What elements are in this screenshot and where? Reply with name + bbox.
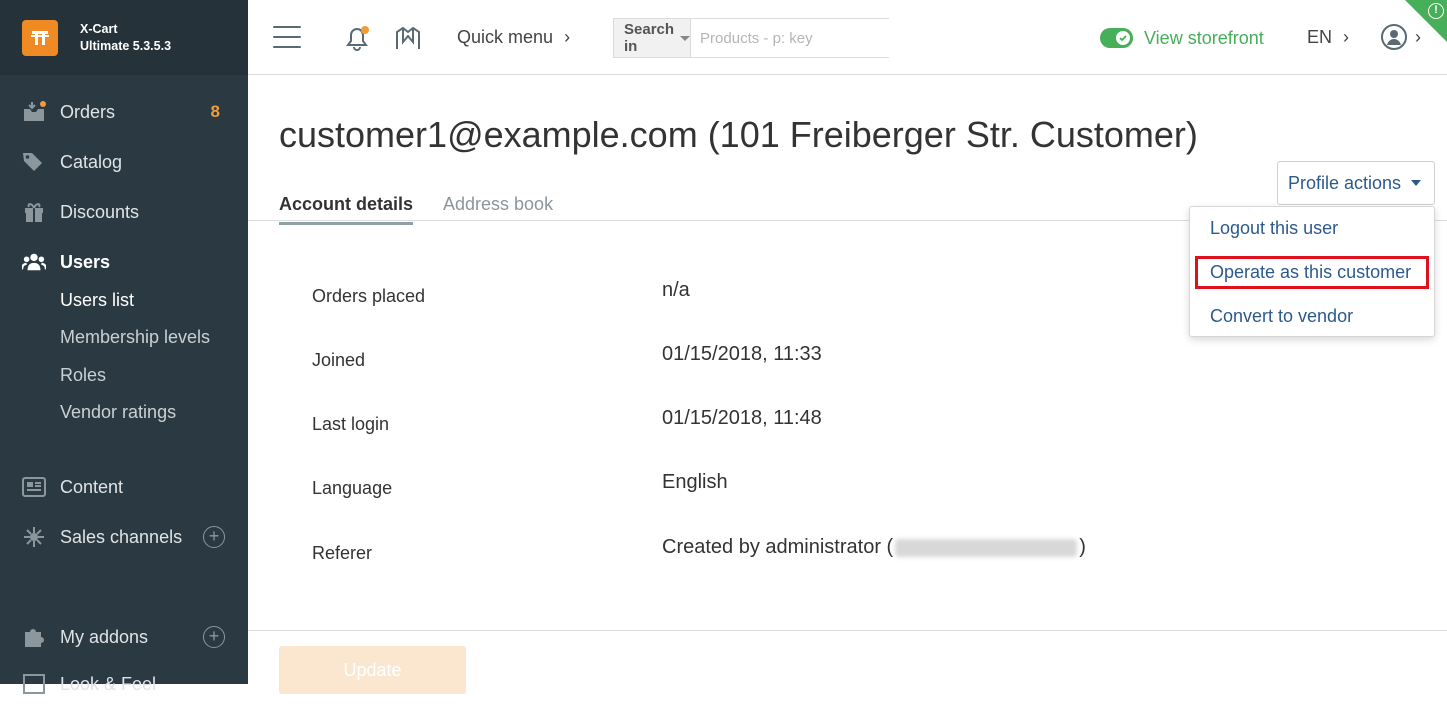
caret-down-icon	[680, 35, 691, 41]
language-label: EN	[1307, 27, 1333, 47]
sidebar-subitem-membership-levels[interactable]: Membership levels	[60, 327, 210, 348]
referer-value: Created by administrator ()	[662, 536, 1086, 559]
bell-notification-icon[interactable]	[343, 24, 371, 57]
sidebar-item-label: Orders	[60, 101, 116, 122]
sidebar-item-catalog[interactable]: Catalog	[0, 142, 248, 182]
sidebar-item-sales-channels[interactable]: Sales channels +	[0, 517, 248, 557]
sidebar-item-label: My addons	[60, 626, 149, 647]
sidebar-item-discounts[interactable]: Discounts	[0, 192, 248, 232]
layout-icon	[22, 672, 46, 696]
sidebar: X-Cart Ultimate 5.3.5.3 Orders 8 Catalog…	[0, 0, 248, 694]
top-header: Quick menu › Search in View storefront E…	[248, 0, 1447, 75]
sidebar-item-users[interactable]: Users	[0, 242, 248, 282]
add-sales-channel-plus-icon[interactable]: +	[203, 526, 225, 548]
sidebar-item-label: Sales channels	[60, 526, 183, 547]
gift-icon	[22, 200, 46, 224]
sidebar-item-label: Discounts	[60, 201, 140, 222]
caret-down-icon	[1411, 180, 1422, 186]
network-icon	[22, 525, 46, 549]
joined-label: Joined	[312, 350, 366, 370]
exclamation-icon[interactable]: !	[1428, 3, 1444, 19]
referer-suffix: )	[1079, 536, 1086, 558]
footer-divider	[248, 630, 1447, 631]
orders-placed-value: n/a	[662, 279, 690, 301]
page-title: customer1@example.com (101 Freiberger St…	[279, 114, 1198, 155]
profile-actions-button[interactable]: Profile actions	[1277, 161, 1435, 205]
language-selector[interactable]: EN ›	[1307, 27, 1349, 48]
last-login-value: 01/15/2018, 11:48	[662, 407, 822, 429]
brand-name: X-Cart	[80, 21, 118, 36]
sidebar-item-content[interactable]: Content	[0, 467, 248, 507]
orders-icon	[22, 100, 46, 124]
search-scope-select[interactable]: Search in	[614, 19, 692, 57]
language-label: Language	[312, 478, 393, 498]
profile-actions-dropdown: Logout this user Operate as this custome…	[1189, 206, 1435, 337]
newspaper-icon	[22, 475, 46, 499]
update-button[interactable]: Update	[279, 646, 466, 694]
search-box: Search in	[613, 18, 900, 58]
sidebar-item-look-and-feel[interactable]: Look & Feel	[0, 664, 248, 704]
brand-version: Ultimate 5.3.5.3	[80, 38, 172, 53]
user-avatar-icon	[1381, 24, 1407, 50]
tags-icon	[22, 150, 46, 174]
add-addon-plus-icon[interactable]: +	[203, 626, 225, 648]
storefront-toggle[interactable]	[1100, 28, 1133, 48]
referer-prefix: Created by administrator (	[662, 536, 894, 558]
sidebar-subitem-vendor-ratings[interactable]: Vendor ratings	[60, 402, 176, 423]
puzzle-icon	[22, 625, 46, 649]
sidebar-item-orders[interactable]: Orders 8	[0, 92, 248, 132]
sidebar-item-my-addons[interactable]: My addons +	[0, 617, 248, 657]
convert-to-vendor-item[interactable]: Convert to vendor	[1210, 306, 1353, 327]
tab-address-book[interactable]: Address book	[443, 194, 553, 215]
brand-header[interactable]: X-Cart Ultimate 5.3.5.3	[0, 0, 248, 75]
logout-this-user-item[interactable]: Logout this user	[1210, 218, 1338, 239]
quick-menu-label: Quick menu	[457, 27, 554, 47]
chevron-right-icon: ›	[564, 27, 571, 47]
xcart-logo-icon	[22, 19, 58, 56]
sidebar-item-label: Content	[60, 476, 124, 497]
sidebar-item-label: Look & Feel	[60, 673, 157, 694]
redacted-email	[895, 538, 1078, 557]
chevron-right-icon: ›	[1343, 27, 1350, 47]
referer-label: Referer	[312, 543, 373, 563]
orders-count-badge: 8	[210, 102, 220, 121]
sidebar-item-label: Users	[60, 251, 111, 272]
last-login-label: Last login	[312, 414, 390, 434]
sidebar-subitem-users-list[interactable]: Users list	[60, 290, 134, 311]
sidebar-item-label: Catalog	[60, 151, 123, 172]
search-input[interactable]	[691, 19, 900, 57]
quick-menu-button[interactable]: Quick menu ›	[457, 27, 570, 48]
check-icon	[1116, 31, 1130, 45]
orders-placed-label: Orders placed	[312, 286, 426, 306]
marketplace-icon[interactable]	[394, 25, 422, 56]
operate-as-customer-item[interactable]: Operate as this customer	[1210, 262, 1411, 283]
users-icon	[22, 250, 46, 274]
joined-value: 01/15/2018, 11:33	[662, 343, 822, 365]
language-value: English	[662, 471, 728, 493]
search-scope-label: Search in	[624, 21, 675, 55]
view-storefront-link[interactable]: View storefront	[1144, 28, 1264, 49]
hamburger-menu-icon[interactable]	[273, 26, 301, 48]
sidebar-subitem-roles[interactable]: Roles	[60, 365, 106, 386]
profile-actions-label: Profile actions	[1288, 172, 1402, 193]
